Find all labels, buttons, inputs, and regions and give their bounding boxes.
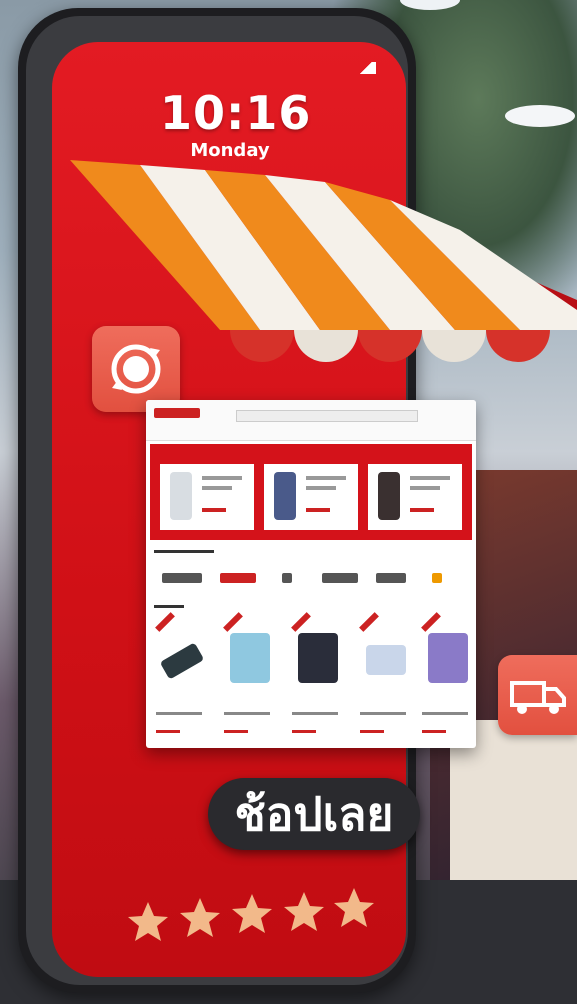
delivery-truck-icon: [498, 655, 577, 735]
site-search-bar: [236, 410, 418, 422]
product-card: [359, 612, 412, 689]
product-tile: [368, 464, 462, 530]
product-tile: [264, 464, 358, 530]
promo-banner: [150, 444, 472, 540]
product-card: [155, 612, 208, 689]
brand-row: [146, 565, 476, 593]
shop-now-button[interactable]: ช้อปเลย: [208, 778, 420, 850]
star-icon: [284, 892, 324, 931]
star-icon: [232, 894, 272, 933]
ceiling-lamp: [505, 105, 575, 127]
clock-time: 10:16: [160, 86, 312, 140]
star-icon: [128, 902, 168, 941]
site-logo: [154, 408, 200, 418]
star-rating: [124, 888, 384, 944]
product-tile: [160, 464, 254, 530]
star-icon: [180, 898, 220, 937]
product-card: [291, 612, 344, 689]
star-icon: [334, 888, 374, 927]
site-header: [146, 400, 476, 441]
product-card: [421, 612, 474, 689]
clock-day: Monday: [190, 140, 270, 161]
signal-icon: [356, 62, 376, 74]
website-preview: [146, 400, 476, 748]
product-card: [223, 612, 276, 689]
